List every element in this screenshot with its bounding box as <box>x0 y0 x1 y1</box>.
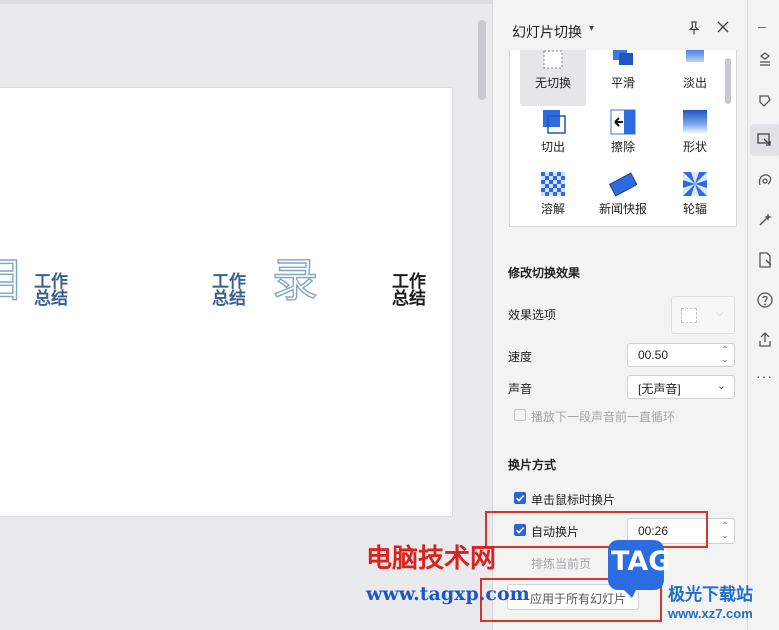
transition-label: 形状 <box>682 140 707 154</box>
magic-wand-icon[interactable] <box>756 211 774 229</box>
minimize-icon[interactable]: – <box>758 18 766 34</box>
sound-dropdown[interactable]: [无声音] ⌄ <box>627 375 735 399</box>
rehearse-current-label[interactable]: 排练当前页 <box>531 555 591 572</box>
slide-title-char-1: 目 <box>0 252 26 307</box>
transition-tile-dissolve[interactable]: 溶解 <box>520 170 586 226</box>
auto-advance-highlight <box>485 511 708 548</box>
transition-gallery: 无切换 平滑 淡出 切出 擦除 形状 溶解 新闻快报 轮辐 <box>509 50 737 227</box>
cut-icon <box>543 110 566 134</box>
pane-title-dropdown-icon[interactable]: ▾ <box>589 23 594 34</box>
transition-tile-smooth[interactable]: 平滑 <box>590 50 656 106</box>
newsflash-icon <box>609 172 637 197</box>
watermark-url-text: www.tagxp.com <box>366 583 530 605</box>
transition-label: 无切换 <box>534 76 571 90</box>
advance-slide-heading: 换片方式 <box>508 458 557 472</box>
properties-icon[interactable] <box>756 50 774 68</box>
top-edge-bar <box>0 0 492 4</box>
wheel-icon <box>683 172 707 196</box>
canvas-vertical-scrollbar[interactable] <box>478 20 486 100</box>
transition-tile-wheel[interactable]: 轮辐 <box>662 170 728 226</box>
effect-options-label: 效果选项 <box>508 308 557 322</box>
transition-tile-fade[interactable]: 淡出 <box>662 50 728 106</box>
on-click-label: 单击鼠标时换片 <box>531 493 616 507</box>
slide-item-2: 工作总结 <box>212 272 246 309</box>
slide-transition-icon[interactable] <box>756 131 774 149</box>
fade-icon <box>686 50 704 62</box>
transition-label: 擦除 <box>610 140 635 154</box>
speed-stepper[interactable]: 00.50 ⌃ ⌄ <box>627 343 735 367</box>
slide-item-1: 工作总结 <box>34 272 68 309</box>
watermark-site-cn: 极光下载站 <box>668 585 753 604</box>
chevron-down-icon: ⌄ <box>716 380 726 392</box>
speed-label: 速度 <box>508 350 533 364</box>
transition-label: 平滑 <box>610 76 635 90</box>
transition-label: 轮辐 <box>682 202 707 216</box>
transition-label: 切出 <box>540 140 565 154</box>
transition-tile-shape[interactable]: 形状 <box>662 108 728 166</box>
transition-tile-wipe[interactable]: 擦除 <box>590 108 656 166</box>
watermark-cn-text: 电脑技术网 <box>366 544 497 574</box>
transition-tile-none[interactable]: 无切换 <box>520 50 586 106</box>
dissolve-icon <box>541 172 565 196</box>
shape-icon <box>683 110 707 134</box>
stepper-arrows-icon[interactable]: ⌃ ⌄ <box>720 345 730 365</box>
pin-icon[interactable] <box>686 20 702 36</box>
on-click-checkbox[interactable] <box>514 492 526 504</box>
right-side-toolbar: – ··· <box>747 0 779 630</box>
slide-title-char-2: 录 <box>271 252 320 307</box>
watermark-tag-logo: TAG <box>606 538 670 598</box>
transition-label: 溶解 <box>540 202 565 216</box>
transition-tile-newsflash[interactable]: 新闻快报 <box>590 170 656 226</box>
sound-label: 声音 <box>508 382 533 396</box>
transition-label: 新闻快报 <box>598 202 647 216</box>
sound-value: [无声音] <box>638 382 681 396</box>
close-icon[interactable] <box>715 19 731 35</box>
design-icon[interactable] <box>756 92 774 110</box>
animation-icon[interactable] <box>756 171 774 189</box>
loop-sound-checkbox[interactable] <box>514 409 526 421</box>
transition-label: 淡出 <box>682 76 707 90</box>
watermark-site-url: www.xz7.com <box>668 606 753 621</box>
pane-header: 幻灯片切换 ▾ <box>493 0 747 48</box>
slide-canvas[interactable]: 目 录 工作总结 工作总结 工作总结 <box>0 88 452 516</box>
chevron-down-icon: ⌵ <box>716 308 724 319</box>
help-icon[interactable] <box>756 291 774 309</box>
speed-value[interactable]: 00.50 <box>638 348 668 362</box>
wipe-icon <box>610 109 636 135</box>
checkmark-icon <box>515 495 525 502</box>
watermark-badge-text: TAG <box>611 546 671 577</box>
loop-sound-label: 播放下一段声音前一直循环 <box>531 410 676 424</box>
effect-options-dropdown[interactable]: ⌵ <box>671 296 735 334</box>
slide-item-3: 工作总结 <box>392 272 426 309</box>
share-icon[interactable] <box>756 331 774 349</box>
transition-tile-cut[interactable]: 切出 <box>520 108 586 166</box>
gallery-scrollbar[interactable] <box>725 58 731 104</box>
smooth-icon <box>613 50 633 65</box>
modify-effect-heading: 修改切换效果 <box>508 266 581 280</box>
stepper-arrows-icon[interactable]: ⌃ ⌄ <box>720 521 730 541</box>
effect-preview-icon <box>681 308 697 323</box>
slide-editing-area[interactable]: 目 录 工作总结 工作总结 工作总结 <box>0 0 492 630</box>
document-icon[interactable] <box>756 251 774 269</box>
more-options-icon[interactable]: ··· <box>756 368 773 384</box>
none-icon <box>543 50 563 69</box>
pane-title[interactable]: 幻灯片切换 <box>512 22 582 42</box>
